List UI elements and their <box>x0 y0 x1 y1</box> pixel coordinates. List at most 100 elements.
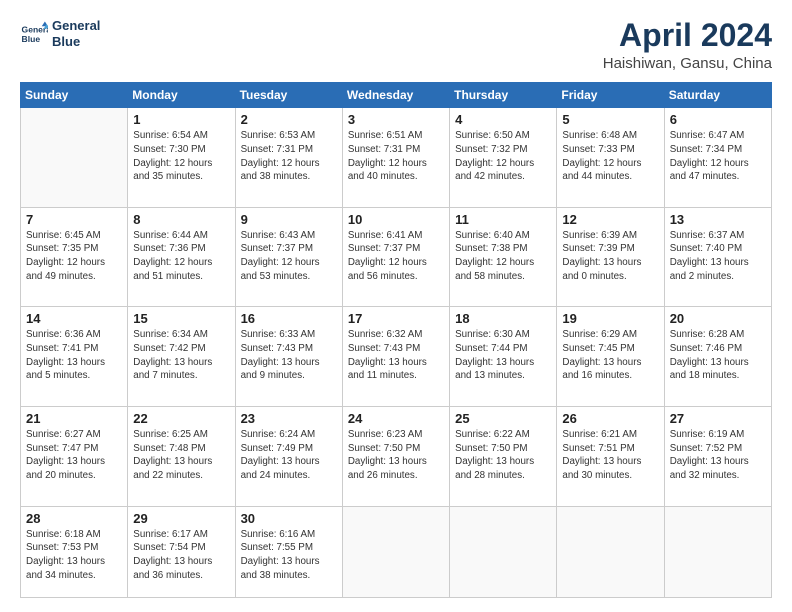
day-info: Sunrise: 6:24 AM Sunset: 7:49 PM Dayligh… <box>241 428 337 483</box>
day-number: 24 <box>348 411 444 426</box>
weekday-header-row: SundayMondayTuesdayWednesdayThursdayFrid… <box>21 83 772 108</box>
day-number: 14 <box>26 311 122 326</box>
week-row-1: 1 Sunrise: 6:54 AM Sunset: 7:30 PM Daylig… <box>21 108 772 208</box>
day-info: Sunrise: 6:16 AM Sunset: 7:55 PM Dayligh… <box>241 528 337 583</box>
calendar-cell <box>450 506 557 598</box>
day-info: Sunrise: 6:18 AM Sunset: 7:53 PM Dayligh… <box>26 528 122 583</box>
day-number: 3 <box>348 112 444 127</box>
day-info: Sunrise: 6:30 AM Sunset: 7:44 PM Dayligh… <box>455 328 551 383</box>
weekday-saturday: Saturday <box>664 83 771 108</box>
calendar-cell: 28 Sunrise: 6:18 AM Sunset: 7:53 PM Dayli… <box>21 506 128 598</box>
day-number: 25 <box>455 411 551 426</box>
calendar-cell: 8 Sunrise: 6:44 AM Sunset: 7:36 PM Daylig… <box>128 207 235 307</box>
day-number: 8 <box>133 212 229 227</box>
day-info: Sunrise: 6:27 AM Sunset: 7:47 PM Dayligh… <box>26 428 122 483</box>
day-number: 4 <box>455 112 551 127</box>
day-number: 18 <box>455 311 551 326</box>
day-info: Sunrise: 6:37 AM Sunset: 7:40 PM Dayligh… <box>670 229 766 284</box>
calendar-cell: 23 Sunrise: 6:24 AM Sunset: 7:49 PM Dayli… <box>235 406 342 506</box>
day-number: 23 <box>241 411 337 426</box>
day-info: Sunrise: 6:34 AM Sunset: 7:42 PM Dayligh… <box>133 328 229 383</box>
day-info: Sunrise: 6:40 AM Sunset: 7:38 PM Dayligh… <box>455 229 551 284</box>
day-info: Sunrise: 6:53 AM Sunset: 7:31 PM Dayligh… <box>241 129 337 184</box>
week-row-2: 7Sunrise: 6:45 AM Sunset: 7:35 PM Daylig… <box>21 207 772 307</box>
day-number: 2 <box>241 112 337 127</box>
subtitle: Haishiwan, Gansu, China <box>603 55 772 72</box>
day-number: 15 <box>133 311 229 326</box>
weekday-thursday: Thursday <box>450 83 557 108</box>
day-info: Sunrise: 6:41 AM Sunset: 7:37 PM Dayligh… <box>348 229 444 284</box>
weekday-wednesday: Wednesday <box>342 83 449 108</box>
page: General Blue General Blue April 2024 Hai… <box>0 0 792 612</box>
calendar-cell: 14Sunrise: 6:36 AM Sunset: 7:41 PM Dayli… <box>21 307 128 407</box>
day-info: Sunrise: 6:50 AM Sunset: 7:32 PM Dayligh… <box>455 129 551 184</box>
calendar-cell: 21 Sunrise: 6:27 AM Sunset: 7:47 PM Dayli… <box>21 406 128 506</box>
logo: General Blue General Blue <box>20 18 100 49</box>
day-info: Sunrise: 6:19 AM Sunset: 7:52 PM Dayligh… <box>670 428 766 483</box>
day-number: 27 <box>670 411 766 426</box>
day-info: Sunrise: 6:33 AM Sunset: 7:43 PM Dayligh… <box>241 328 337 383</box>
calendar-cell: 9Sunrise: 6:43 AM Sunset: 7:37 PM Daylig… <box>235 207 342 307</box>
week-row-4: 21 Sunrise: 6:27 AM Sunset: 7:47 PM Dayli… <box>21 406 772 506</box>
weekday-friday: Friday <box>557 83 664 108</box>
day-number: 30 <box>241 511 337 526</box>
calendar-cell: 20 Sunrise: 6:28 AM Sunset: 7:46 PM Dayli… <box>664 307 771 407</box>
day-number: 6 <box>670 112 766 127</box>
calendar-cell: 24Sunrise: 6:23 AM Sunset: 7:50 PM Dayli… <box>342 406 449 506</box>
day-info: Sunrise: 6:39 AM Sunset: 7:39 PM Dayligh… <box>562 229 658 284</box>
calendar-cell: 13 Sunrise: 6:37 AM Sunset: 7:40 PM Dayli… <box>664 207 771 307</box>
day-info: Sunrise: 6:28 AM Sunset: 7:46 PM Dayligh… <box>670 328 766 383</box>
calendar-cell: 4 Sunrise: 6:50 AM Sunset: 7:32 PM Daylig… <box>450 108 557 208</box>
calendar-cell <box>342 506 449 598</box>
day-info: Sunrise: 6:47 AM Sunset: 7:34 PM Dayligh… <box>670 129 766 184</box>
day-number: 26 <box>562 411 658 426</box>
logo-icon: General Blue <box>20 20 48 48</box>
calendar-cell: 30 Sunrise: 6:16 AM Sunset: 7:55 PM Dayli… <box>235 506 342 598</box>
day-number: 12 <box>562 212 658 227</box>
day-number: 21 <box>26 411 122 426</box>
main-title: April 2024 <box>603 18 772 53</box>
day-number: 28 <box>26 511 122 526</box>
calendar-cell <box>557 506 664 598</box>
header: General Blue General Blue April 2024 Hai… <box>20 18 772 72</box>
week-row-5: 28 Sunrise: 6:18 AM Sunset: 7:53 PM Dayli… <box>21 506 772 598</box>
calendar-cell: 3 Sunrise: 6:51 AM Sunset: 7:31 PM Daylig… <box>342 108 449 208</box>
calendar-cell: 25 Sunrise: 6:22 AM Sunset: 7:50 PM Dayli… <box>450 406 557 506</box>
day-number: 13 <box>670 212 766 227</box>
day-number: 29 <box>133 511 229 526</box>
day-info: Sunrise: 6:44 AM Sunset: 7:36 PM Dayligh… <box>133 229 229 284</box>
calendar-cell: 2 Sunrise: 6:53 AM Sunset: 7:31 PM Daylig… <box>235 108 342 208</box>
calendar-cell: 15 Sunrise: 6:34 AM Sunset: 7:42 PM Dayli… <box>128 307 235 407</box>
calendar-cell: 12 Sunrise: 6:39 AM Sunset: 7:39 PM Dayli… <box>557 207 664 307</box>
calendar-cell: 17Sunrise: 6:32 AM Sunset: 7:43 PM Dayli… <box>342 307 449 407</box>
day-number: 10 <box>348 212 444 227</box>
day-number: 19 <box>562 311 658 326</box>
day-number: 22 <box>133 411 229 426</box>
day-number: 9 <box>241 212 337 227</box>
day-info: Sunrise: 6:54 AM Sunset: 7:30 PM Dayligh… <box>133 129 229 184</box>
day-number: 5 <box>562 112 658 127</box>
day-info: Sunrise: 6:45 AM Sunset: 7:35 PM Dayligh… <box>26 229 122 284</box>
day-number: 20 <box>670 311 766 326</box>
day-info: Sunrise: 6:51 AM Sunset: 7:31 PM Dayligh… <box>348 129 444 184</box>
calendar-cell: 27 Sunrise: 6:19 AM Sunset: 7:52 PM Dayli… <box>664 406 771 506</box>
day-info: Sunrise: 6:25 AM Sunset: 7:48 PM Dayligh… <box>133 428 229 483</box>
day-number: 1 <box>133 112 229 127</box>
day-info: Sunrise: 6:22 AM Sunset: 7:50 PM Dayligh… <box>455 428 551 483</box>
day-info: Sunrise: 6:32 AM Sunset: 7:43 PM Dayligh… <box>348 328 444 383</box>
calendar-cell: 19Sunrise: 6:29 AM Sunset: 7:45 PM Dayli… <box>557 307 664 407</box>
calendar-cell: 5 Sunrise: 6:48 AM Sunset: 7:33 PM Daylig… <box>557 108 664 208</box>
weekday-tuesday: Tuesday <box>235 83 342 108</box>
calendar-cell <box>664 506 771 598</box>
calendar-cell: 29Sunrise: 6:17 AM Sunset: 7:54 PM Dayli… <box>128 506 235 598</box>
title-block: April 2024 Haishiwan, Gansu, China <box>603 18 772 72</box>
day-info: Sunrise: 6:48 AM Sunset: 7:33 PM Dayligh… <box>562 129 658 184</box>
calendar-cell: 10 Sunrise: 6:41 AM Sunset: 7:37 PM Dayli… <box>342 207 449 307</box>
calendar-cell: 6 Sunrise: 6:47 AM Sunset: 7:34 PM Daylig… <box>664 108 771 208</box>
svg-text:Blue: Blue <box>22 33 41 43</box>
week-row-3: 14Sunrise: 6:36 AM Sunset: 7:41 PM Dayli… <box>21 307 772 407</box>
calendar-cell <box>21 108 128 208</box>
day-number: 11 <box>455 212 551 227</box>
calendar-cell: 7Sunrise: 6:45 AM Sunset: 7:35 PM Daylig… <box>21 207 128 307</box>
weekday-monday: Monday <box>128 83 235 108</box>
